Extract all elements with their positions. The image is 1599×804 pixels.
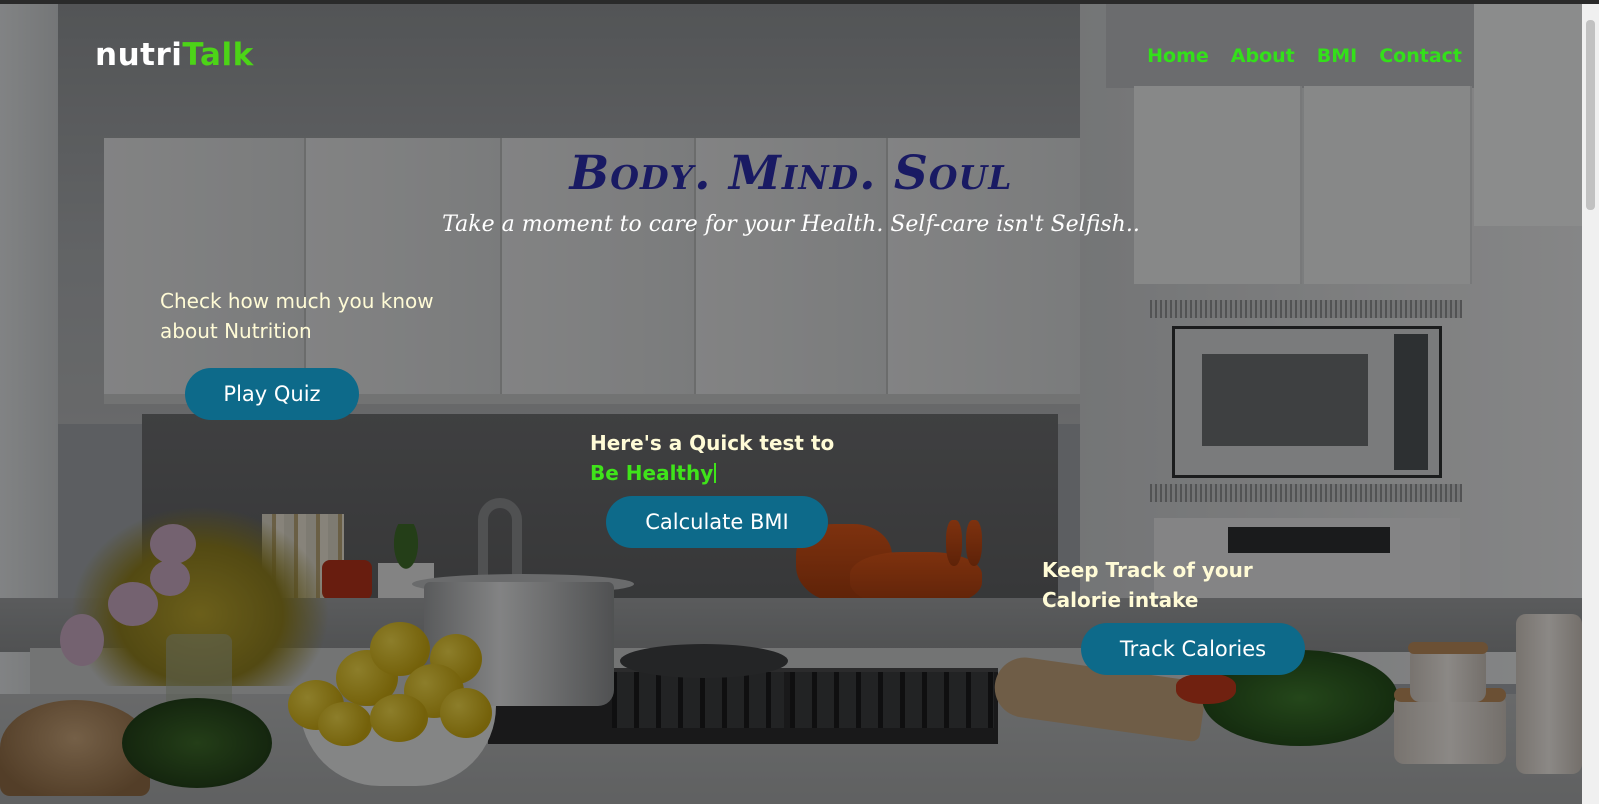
calories-description: Keep Track of your Calorie intake bbox=[1042, 558, 1253, 612]
bmi-typed-text: Be Healthy bbox=[590, 461, 714, 485]
nav-link-bmi[interactable]: BMI bbox=[1317, 45, 1357, 67]
calculate-bmi-button[interactable]: Calculate BMI bbox=[606, 496, 828, 548]
nav-link-contact[interactable]: Contact bbox=[1379, 45, 1462, 67]
bmi-description-line1: Here's a Quick test to bbox=[590, 431, 835, 455]
nav-link-about[interactable]: About bbox=[1231, 45, 1295, 67]
scrollbar-thumb[interactable] bbox=[1586, 20, 1595, 210]
nav-link-home[interactable]: Home bbox=[1147, 45, 1209, 67]
hero-subtitle: Take a moment to care for your Health. S… bbox=[442, 212, 1140, 237]
bmi-description: Here's a Quick test to Be Healthy bbox=[590, 428, 890, 488]
track-calories-button[interactable]: Track Calories bbox=[1081, 623, 1305, 675]
quiz-description: Check how much you know about Nutrition bbox=[160, 289, 434, 343]
play-quiz-button[interactable]: Play Quiz bbox=[185, 368, 359, 420]
logo-text-nutri: nutri bbox=[95, 37, 183, 73]
logo-text-talk: Talk bbox=[182, 37, 254, 73]
typing-cursor bbox=[714, 463, 717, 483]
main-nav: Home About BMI Contact bbox=[1147, 45, 1462, 67]
bmi-typed-line: Be Healthy bbox=[590, 458, 890, 488]
hero-section: nutriTalk Home About BMI Contact Body. M… bbox=[0, 4, 1582, 804]
nutritalk-logo[interactable]: nutriTalk bbox=[95, 37, 254, 73]
hero-title: Body. Mind. Soul bbox=[569, 146, 1013, 201]
